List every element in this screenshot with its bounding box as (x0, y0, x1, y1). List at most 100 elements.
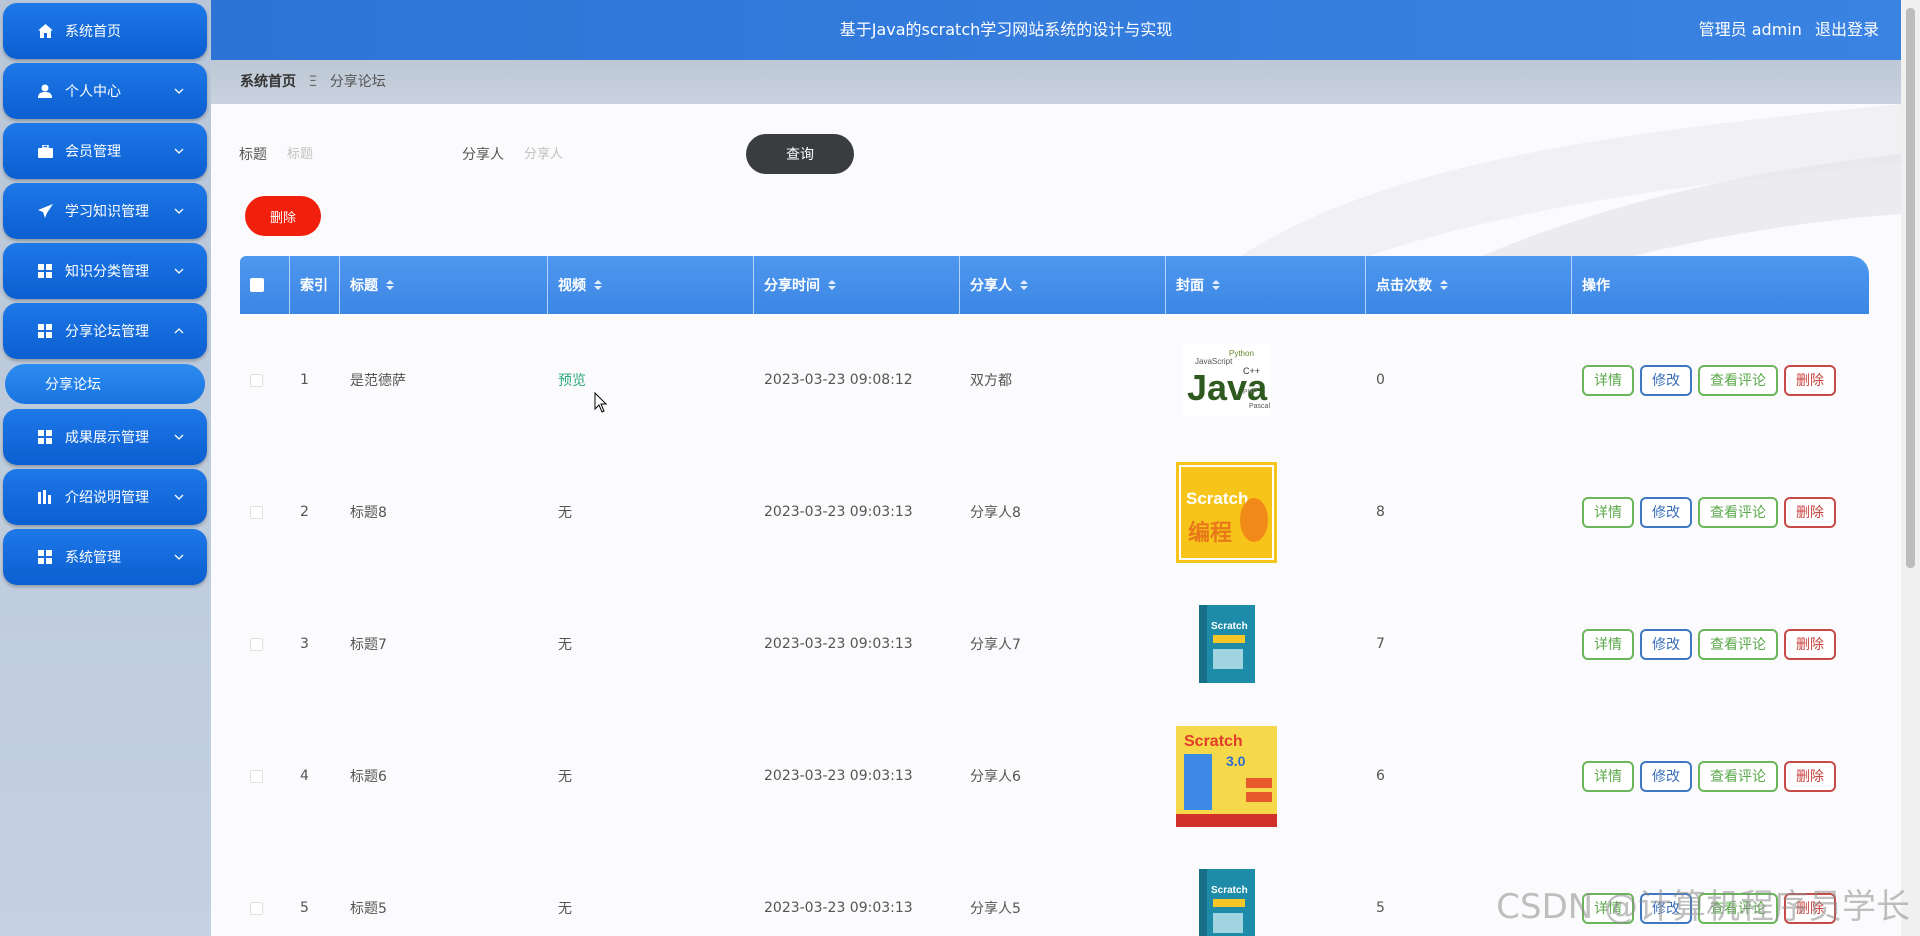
cell-actions: 详情 修改 查看评论 删除 (1572, 710, 1869, 842)
edit-button[interactable]: 修改 (1640, 364, 1692, 396)
cell-title: 标题8 (350, 505, 387, 521)
chevron-down-icon (174, 554, 184, 560)
sidebar-item-knowledge-management[interactable]: 学习知识管理 (3, 183, 207, 239)
logout-link[interactable]: 退出登录 (1815, 20, 1879, 39)
sidebar-item-label: 成果展示管理 (65, 430, 149, 446)
breadcrumb-home[interactable]: 系统首页 (240, 74, 296, 90)
sidebar-item-personal-center[interactable]: 个人中心 (3, 63, 207, 119)
cell-actions: 详情 修改 查看评论 删除 (1572, 446, 1869, 578)
edit-button[interactable]: 修改 (1640, 496, 1692, 528)
row-select-cell (240, 710, 290, 842)
edit-button[interactable]: 修改 (1640, 760, 1692, 792)
cell-clicks: 8 (1376, 504, 1385, 520)
sort-icon (594, 280, 602, 290)
cell-actions: 详情 修改 查看评论 删除 (1572, 314, 1869, 446)
row-checkbox[interactable] (250, 769, 263, 783)
query-button[interactable]: 查询 (746, 134, 854, 174)
delete-row-button[interactable]: 删除 (1784, 628, 1836, 660)
delete-row-button[interactable]: 删除 (1784, 364, 1836, 396)
view-comments-button[interactable]: 查看评论 (1698, 364, 1778, 396)
search-bar: 标题 分享人 查询 (239, 134, 854, 174)
cell-title: 标题7 (350, 637, 387, 653)
sort-icon (828, 280, 836, 290)
breadcrumb: 系统首页 Ξ 分享论坛 (211, 60, 1901, 104)
sidebar-item-achievement-management[interactable]: 成果展示管理 (3, 409, 207, 465)
header-share-time[interactable]: 分享时间 (754, 256, 960, 314)
sharer-search-input[interactable] (524, 139, 679, 169)
chevron-down-icon (174, 148, 184, 154)
detail-button[interactable]: 详情 (1582, 364, 1634, 396)
grid-icon (37, 323, 53, 339)
header-video[interactable]: 视频 (548, 256, 754, 314)
sidebar-subitem-forum[interactable]: 分享论坛 (5, 364, 205, 404)
sidebar-item-label: 会员管理 (65, 144, 121, 160)
cell-index: 5 (300, 900, 309, 916)
delete-row-button[interactable]: 删除 (1784, 760, 1836, 792)
sort-icon (1212, 280, 1220, 290)
svg-text:Scratch: Scratch (1211, 621, 1248, 632)
cover-image[interactable]: Scratch (1176, 594, 1277, 695)
header-share-time-label: 分享时间 (764, 278, 820, 294)
svg-text:JavaScript: JavaScript (1195, 357, 1233, 366)
cell-sharer: 分享人6 (970, 769, 1021, 785)
svg-text:PHP: PHP (1243, 389, 1258, 396)
header-title[interactable]: 标题 (340, 256, 548, 314)
cell-video: 无 (548, 710, 754, 842)
main-content: 标题 分享人 查询 删除 索引 标题 视频 分享时间 分享人 封面 点击次数 操… (211, 104, 1901, 936)
sort-icon (1440, 280, 1448, 290)
breadcrumb-current: 分享论坛 (329, 74, 386, 90)
sidebar-item-category-management[interactable]: 知识分类管理 (3, 243, 207, 299)
cover-image[interactable]: Scratch 3.0 (1176, 725, 1277, 827)
header-sharer[interactable]: 分享人 (960, 256, 1166, 314)
user-icon (37, 83, 53, 99)
scrollbar-thumb[interactable] (1906, 8, 1915, 568)
row-checkbox[interactable] (250, 505, 263, 519)
header-clicks[interactable]: 点击次数 (1366, 256, 1572, 314)
svg-text:Pascal: Pascal (1249, 403, 1270, 410)
detail-button[interactable]: 详情 (1582, 760, 1634, 792)
cover-image[interactable]: Java JavaScript Python C++ Pascal PHP (1176, 330, 1277, 431)
cover-image[interactable]: Scratch (1176, 858, 1277, 936)
cell-share-time: 2023-03-23 09:03:13 (764, 636, 913, 652)
sidebar-item-intro-management[interactable]: 介绍说明管理 (3, 469, 207, 525)
view-comments-button[interactable]: 查看评论 (1698, 628, 1778, 660)
header-clicks-label: 点击次数 (1376, 278, 1432, 294)
edit-button[interactable]: 修改 (1640, 628, 1692, 660)
cell-index: 2 (300, 504, 309, 520)
sidebar-item-member-management[interactable]: 会员管理 (3, 123, 207, 179)
batch-delete-button[interactable]: 删除 (245, 196, 321, 236)
sidebar-item-label: 介绍说明管理 (65, 490, 149, 506)
header-title-label: 标题 (350, 278, 378, 294)
breadcrumb-separator: Ξ (308, 74, 318, 90)
select-all-checkbox[interactable] (250, 278, 264, 292)
user-label: 管理员 admin (1698, 20, 1802, 39)
view-comments-button[interactable]: 查看评论 (1698, 760, 1778, 792)
sidebar-item-label: 知识分类管理 (65, 264, 149, 280)
cell-clicks: 0 (1376, 372, 1385, 388)
video-preview-link[interactable]: 预览 (558, 370, 586, 390)
sidebar-item-system-management[interactable]: 系统管理 (3, 529, 207, 585)
view-comments-button[interactable]: 查看评论 (1698, 496, 1778, 528)
cell-sharer: 分享人8 (970, 505, 1021, 521)
detail-button[interactable]: 详情 (1582, 496, 1634, 528)
title-search-input[interactable] (287, 139, 442, 169)
svg-text:Python: Python (1229, 349, 1254, 358)
row-checkbox[interactable] (250, 637, 263, 651)
cover-image[interactable]: Scratch 编程 (1176, 461, 1277, 563)
user-area: 管理员 admin 退出登录 (1691, 0, 1879, 60)
cell-cover: Scratch (1166, 578, 1366, 710)
title-filter-label: 标题 (239, 147, 267, 163)
delete-row-button[interactable]: 删除 (1784, 496, 1836, 528)
sidebar-item-home[interactable]: 系统首页 (3, 3, 207, 59)
page-scrollbar[interactable] (1901, 0, 1920, 936)
detail-button[interactable]: 详情 (1582, 628, 1634, 660)
sidebar-item-label: 分享论坛管理 (65, 324, 149, 340)
header-select-all (240, 256, 290, 314)
header-sharer-label: 分享人 (970, 278, 1012, 294)
cell-share-time: 2023-03-23 09:03:13 (764, 768, 913, 784)
row-checkbox[interactable] (250, 373, 263, 387)
sidebar-item-forum-management[interactable]: 分享论坛管理 (3, 303, 207, 359)
header-cover[interactable]: 封面 (1166, 256, 1366, 314)
row-checkbox[interactable] (250, 901, 263, 915)
svg-text:编程: 编程 (1188, 520, 1232, 546)
